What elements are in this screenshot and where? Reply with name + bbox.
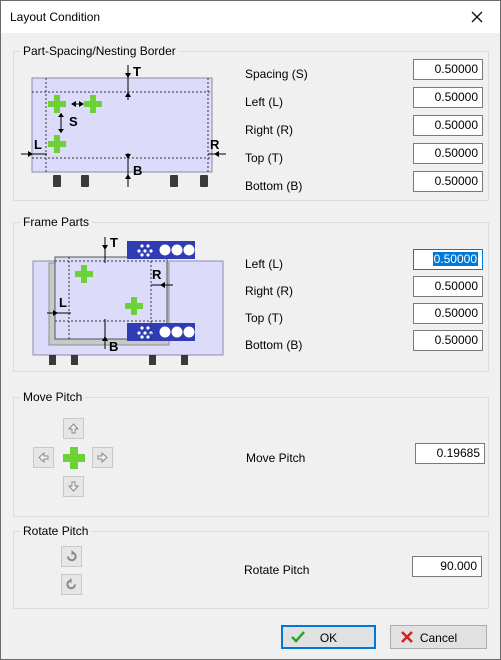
frame-label-l: L: [59, 295, 67, 310]
frame-left-label: Left (L): [245, 257, 284, 271]
rotate-ccw-icon: [67, 550, 77, 562]
move-down-button[interactable]: [63, 476, 84, 497]
frame-label-t: T: [110, 235, 118, 250]
close-icon: [471, 11, 483, 23]
right-input[interactable]: 0.50000: [413, 115, 483, 136]
rotate-pitch-label: Rotate Pitch: [244, 563, 310, 577]
arrow-left-icon: [38, 452, 49, 463]
frame-bottom-input[interactable]: 0.50000: [413, 330, 483, 351]
cancel-button[interactable]: Cancel: [390, 625, 487, 649]
frame-right-input[interactable]: 0.50000: [413, 276, 483, 297]
frame-left-input[interactable]: 0.50000: [413, 249, 483, 270]
frame-parts-group-label: Frame Parts: [20, 215, 93, 229]
frame-right-label: Right (R): [245, 284, 294, 298]
frame-bottom-label: Bottom (B): [245, 338, 303, 352]
frame-left-input-text: 0.50000: [432, 252, 478, 266]
diagram-label-t: T: [133, 64, 141, 79]
diagram-label-l: L: [34, 137, 42, 152]
move-pitch-group-label: Move Pitch: [20, 390, 86, 404]
rotate-cw-icon: [66, 578, 76, 590]
top-label: Top (T): [245, 151, 284, 165]
frame-label-b: B: [109, 339, 118, 354]
left-input[interactable]: 0.50000: [413, 87, 483, 108]
rotate-ccw-button[interactable]: [61, 546, 82, 567]
arrow-right-icon: [97, 452, 108, 463]
diagram-label-r: R: [210, 137, 220, 152]
diagram-label-s: S: [69, 114, 78, 129]
move-right-button[interactable]: [92, 447, 113, 468]
right-label: Right (R): [245, 123, 294, 137]
move-up-button[interactable]: [63, 418, 84, 439]
rotate-pitch-group-label: Rotate Pitch: [20, 524, 92, 538]
left-label: Left (L): [245, 95, 284, 109]
part-spacing-group-label: Part-Spacing/Nesting Border: [20, 44, 179, 58]
part-preview-icon: [63, 447, 85, 469]
diagram-label-b: B: [133, 163, 142, 178]
frame-label-r: R: [152, 267, 162, 282]
bottom-label: Bottom (B): [245, 179, 303, 193]
part-spacing-diagram: T S L R B: [21, 64, 226, 187]
arrow-up-icon: [68, 423, 79, 434]
move-left-button[interactable]: [33, 447, 54, 468]
layout-condition-dialog: Layout Condition Part-Spacing/Nesting Bo…: [0, 0, 501, 660]
ok-button[interactable]: OK: [281, 625, 376, 649]
dialog-title: Layout Condition: [10, 10, 101, 24]
spacing-label: Spacing (S): [245, 67, 308, 81]
move-pitch-input[interactable]: 0.19685: [415, 443, 485, 464]
close-button[interactable]: [454, 1, 500, 33]
cancel-button-label: Cancel: [419, 631, 458, 645]
title-bar: Layout Condition: [1, 1, 500, 33]
top-input[interactable]: 0.50000: [413, 143, 483, 164]
spacing-input[interactable]: 0.50000: [413, 59, 483, 80]
rotate-cw-button[interactable]: [61, 574, 82, 595]
arrow-down-icon: [68, 481, 79, 492]
frame-top-input[interactable]: 0.50000: [413, 303, 483, 324]
ok-button-label: OK: [319, 631, 338, 645]
bottom-input[interactable]: 0.50000: [413, 171, 483, 192]
frame-top-label: Top (T): [245, 311, 284, 325]
frame-parts-diagram: T R L B: [32, 235, 224, 365]
move-pitch-label: Move Pitch: [246, 451, 306, 465]
rotate-pitch-input[interactable]: 90.000: [412, 556, 482, 577]
